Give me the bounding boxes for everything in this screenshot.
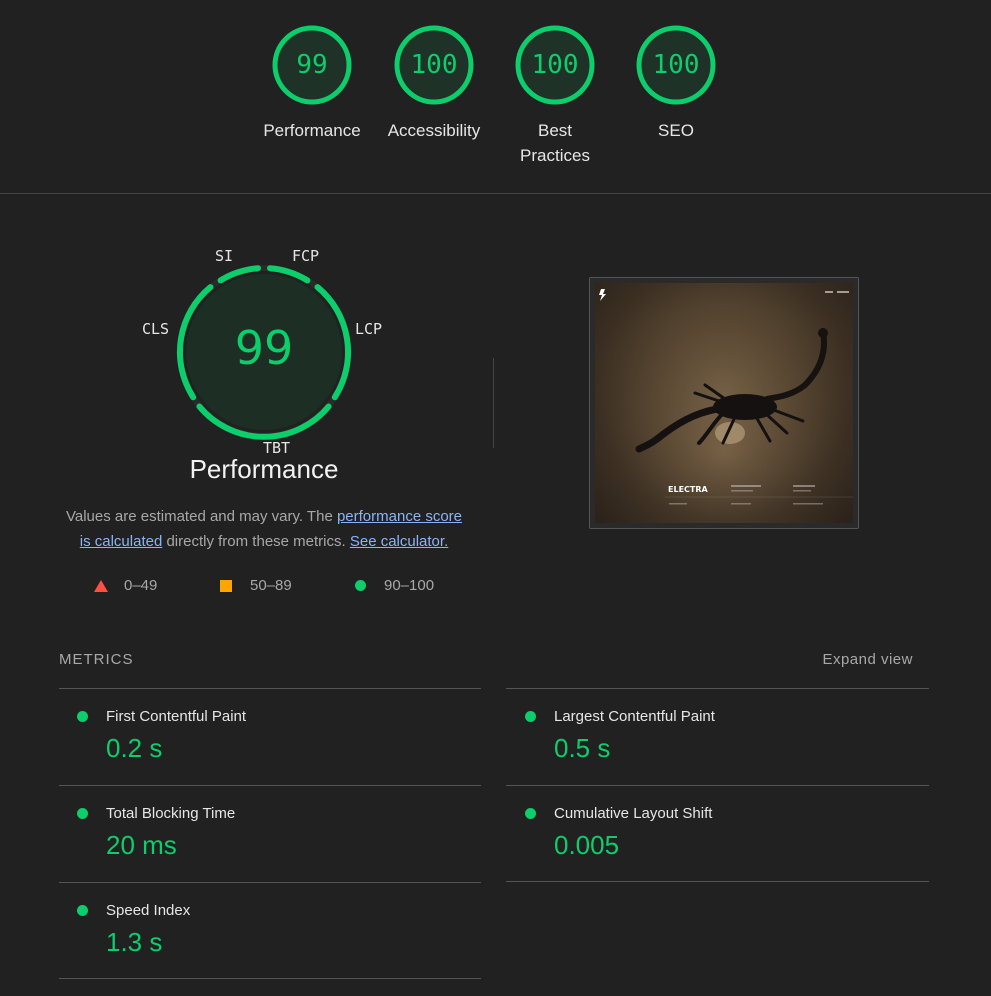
accessibility-gauge[interactable]: 100 [393,24,475,106]
seo-label: SEO [658,121,694,140]
metrics-rule-left-top [59,688,481,689]
performance-description: Values are estimated and may vary. The p… [60,504,468,554]
metric-cls-value: 0.005 [554,830,620,860]
performance-gauge[interactable]: 99 [271,24,353,106]
metric-tbt-value: 20 ms [106,830,177,860]
description-text-2: directly from these metrics. [162,533,350,550]
scorpion-illustration: ELECTRA [595,283,853,523]
metric-fcp-pass-icon [77,711,88,722]
metrics-rule-right-2 [506,785,929,786]
legend-fail: 0–49 [94,577,157,594]
metric-lcp-pass-icon [525,711,536,722]
screenshot-brand-text: ELECTRA [668,485,709,494]
accessibility-score: 100 [410,50,458,80]
metric-si-value: 1.3 s [106,927,163,957]
metric-lcp-value: 0.5 s [554,733,611,763]
see-calculator-link[interactable]: See calculator. [350,533,448,550]
metric-cls-pass-icon [525,808,536,819]
gauge-tag-fcp: FCP [292,247,320,265]
description-text-1: Values are estimated and may vary. The [65,508,337,525]
metric-si-title: Speed Index [106,902,191,919]
metrics-heading: METRICS [59,651,134,668]
performance-score: 99 [296,50,328,80]
legend-average-label: 50–89 [250,577,292,594]
best-practices-score: 100 [531,50,579,80]
legend-pass-label: 90–100 [384,577,435,594]
best-practices-label-line2: Practices [520,146,590,165]
fail-triangle-icon [94,579,108,592]
final-screenshot[interactable]: ELECTRA [589,277,859,529]
metric-tbt-title: Total Blocking Time [106,805,236,822]
metrics-rule-left-2 [59,785,481,786]
best-practices-label-line1: Best [537,121,573,140]
section-vertical-divider [493,358,494,448]
legend-pass: 90–100 [355,577,434,594]
metrics-rule-left-3 [59,882,481,883]
seo-score: 100 [652,50,700,80]
seo-gauge[interactable]: 100 [635,24,717,106]
best-practices-label: Best Practices [490,118,620,168]
best-practices-gauge[interactable]: 100 [514,24,596,106]
accessibility-label: Accessibility [387,121,481,140]
metrics-rule-left-bottom [59,978,481,979]
header-divider [0,193,991,194]
screenshot-image: ELECTRA [595,283,853,523]
metric-tbt-pass-icon [77,808,88,819]
metric-cls-title: Cumulative Layout Shift [554,805,713,822]
metric-fcp-title: First Contentful Paint [106,708,247,725]
performance-title: Performance [189,454,339,484]
expand-view-toggle[interactable]: Expand view [822,651,913,668]
metrics-rule-right-3 [506,881,929,882]
performance-big-score: 99 [234,321,294,375]
pass-circle-icon [355,580,366,591]
metrics-rule-right-top [506,688,929,689]
average-square-icon [220,579,232,592]
legend-average: 50–89 [220,577,292,594]
metric-fcp-value: 0.2 s [106,733,163,763]
metric-lcp-title: Largest Contentful Paint [554,708,715,725]
performance-label: Performance [263,121,361,140]
legend-fail-label: 0–49 [124,577,158,594]
metric-si-pass-icon [77,905,88,916]
gauge-tag-si: SI [215,247,234,265]
gauge-tag-cls: CLS [142,320,170,338]
gauge-tag-lcp: LCP [355,320,383,338]
